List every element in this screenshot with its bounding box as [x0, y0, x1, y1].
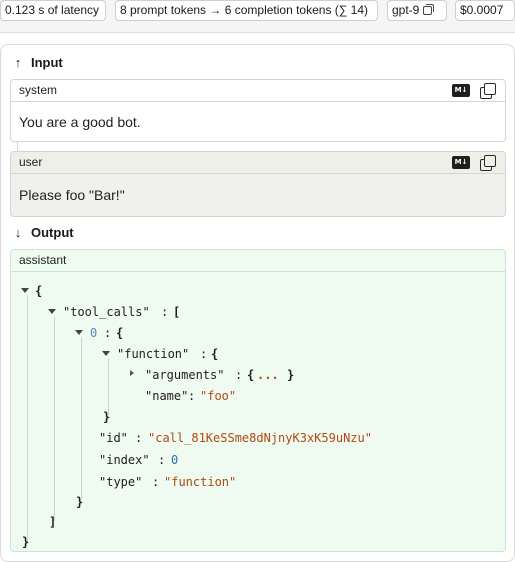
json-colon: : — [200, 347, 208, 361]
user-message-content: Please foo "Bar!" — [19, 187, 125, 203]
json-open-brace: { — [116, 326, 124, 340]
json-close-brace: } — [103, 410, 111, 424]
copy-icon[interactable] — [480, 83, 496, 99]
json-colon: : — [104, 326, 112, 340]
json-collapsed-ellipsis[interactable]: ... — [257, 367, 279, 383]
system-message-content: You are a good bot. — [19, 114, 141, 130]
json-array-index: 0 — [90, 326, 98, 340]
json-close-brace: } — [22, 535, 30, 549]
tree-guide-line — [81, 337, 82, 499]
cost-chip: $0.0007 — [455, 0, 515, 21]
user-message-header: user M↓ — [11, 152, 505, 174]
trace-panel: ↑ Input system M↓ You are a good bot. use… — [0, 44, 515, 562]
json-value-index: 0 — [171, 453, 179, 467]
json-close-bracket: ] — [49, 515, 57, 529]
tree-guide-line — [54, 316, 55, 521]
tree-guide-line — [27, 295, 28, 543]
json-key-type: "type" — [99, 475, 143, 489]
assistant-message-header: assistant — [11, 250, 505, 272]
user-role-label: user — [19, 155, 43, 169]
output-title-text: Output — [31, 225, 74, 240]
expand-toggle-icon[interactable] — [75, 330, 83, 335]
input-title-text: Input — [31, 55, 63, 70]
expand-toggle-icon[interactable] — [21, 288, 29, 293]
message-connector — [17, 142, 18, 151]
assistant-message: assistant { "tool_calls" : [ 0 : { "func… — [10, 249, 506, 552]
json-key-function: "function" — [117, 347, 190, 361]
expand-toggle-icon[interactable] — [48, 309, 56, 314]
tree-guide-line — [108, 358, 109, 415]
copy-icon[interactable] — [423, 4, 435, 15]
cost-text: $0.0007 — [460, 3, 504, 17]
system-role-label: system — [19, 83, 58, 97]
system-message: system M↓ You are a good bot. — [10, 79, 506, 142]
output-section-title[interactable]: ↓ Output — [11, 225, 74, 240]
json-collapsed-open[interactable]: { — [247, 367, 254, 383]
input-section-title[interactable]: ↑ Input — [11, 55, 63, 70]
json-open-bracket: [ — [173, 305, 181, 319]
json-colon: : — [135, 431, 143, 445]
system-message-header: system M↓ — [11, 80, 505, 102]
markdown-icon[interactable]: M↓ — [452, 156, 470, 169]
json-colon: : — [158, 453, 166, 467]
copy-icon[interactable] — [480, 155, 496, 171]
json-colon: : — [235, 368, 243, 382]
json-key-arguments: "arguments" — [145, 368, 225, 382]
json-key-id: "id" — [99, 431, 128, 445]
markdown-icon[interactable]: M↓ — [452, 84, 470, 97]
json-colon: : — [152, 475, 160, 489]
json-collapsed-close[interactable]: } — [287, 367, 294, 383]
collapse-toggle-icon[interactable] — [130, 370, 134, 376]
latency-chip: 0.123 s of latency — [0, 0, 106, 21]
model-text: gpt-9 — [392, 3, 420, 17]
json-key-index: "index" — [99, 453, 150, 467]
arrow-up-icon: ↑ — [14, 55, 22, 70]
json-colon: : — [161, 305, 169, 319]
metrics-bar: 0.123 s of latency 8 prompt tokens → 6 c… — [0, 0, 515, 33]
json-value-id: "call_81KeSSme8dNjnyK3xK59uNzu" — [148, 431, 372, 445]
json-colon: : — [188, 389, 196, 403]
assistant-role-label: assistant — [19, 253, 67, 267]
json-key-name: "name" — [145, 389, 189, 403]
tokens-text: 8 prompt tokens → 6 completion tokens (∑… — [120, 3, 369, 17]
json-value-name: "foo" — [200, 389, 237, 403]
latency-text: 0.123 s of latency — [5, 3, 100, 17]
expand-toggle-icon[interactable] — [102, 351, 110, 356]
json-close-brace: } — [76, 495, 84, 509]
json-open-brace: { — [211, 347, 219, 361]
arrow-down-icon: ↓ — [14, 225, 22, 240]
user-message: user M↓ Please foo "Bar!" — [10, 151, 506, 217]
model-chip[interactable]: gpt-9 — [387, 0, 447, 21]
json-open-brace: { — [35, 284, 43, 298]
json-value-type: "function" — [164, 475, 237, 489]
json-key-tool-calls: "tool_calls" — [63, 305, 150, 319]
tokens-chip: 8 prompt tokens → 6 completion tokens (∑… — [115, 0, 378, 21]
